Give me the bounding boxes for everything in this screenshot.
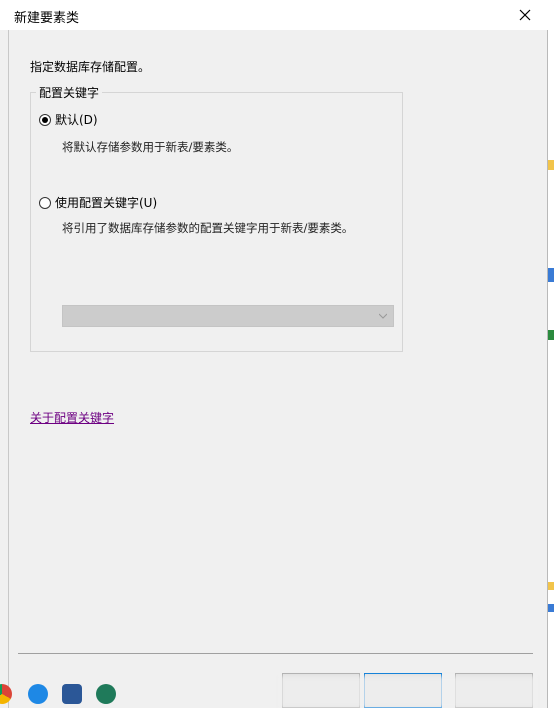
- chevron-down-icon: [379, 313, 387, 319]
- background-marker: [548, 160, 554, 170]
- group-label: 配置关键字: [36, 84, 103, 101]
- background-marker: [548, 582, 554, 590]
- close-icon: [519, 9, 531, 21]
- about-config-keywords-link[interactable]: 关于配置关键字: [30, 409, 114, 426]
- window-title: 新建要素类: [14, 11, 80, 26]
- radio-button-unchecked[interactable]: [39, 196, 51, 209]
- keyword-dropdown[interactable]: [62, 305, 394, 327]
- background-window-edge: [548, 0, 554, 708]
- use-keyword-description: 将引用了数据库存储参数的配置关键字用于新表/要素类。: [62, 221, 354, 235]
- title-bar: 新建要素类: [0, 0, 548, 30]
- background-marker: [548, 330, 554, 340]
- default-radio[interactable]: 默认(D): [39, 111, 98, 128]
- default-description: 将默认存储参数用于新表/要素类。: [62, 140, 239, 154]
- use-keyword-radio-label: 使用配置关键字(U): [55, 196, 158, 210]
- default-radio-label: 默认(D): [55, 113, 98, 127]
- footer-separator: [18, 653, 533, 654]
- dialog-window: 新建要素类 指定数据库存储配置。 配置关键字 默认(D) 将默认存储参数用于新表…: [0, 0, 548, 708]
- background-marker: [548, 604, 554, 612]
- chrome-icon[interactable]: [0, 684, 12, 704]
- radio-button-checked[interactable]: [39, 113, 51, 126]
- use-keyword-radio[interactable]: 使用配置关键字(U): [39, 194, 157, 211]
- edge-icon[interactable]: [28, 684, 48, 704]
- word-icon[interactable]: [62, 684, 82, 704]
- taskbar: [0, 680, 130, 708]
- search-app-icon[interactable]: [96, 684, 116, 704]
- instruction-text: 指定数据库存储配置。: [30, 60, 151, 74]
- button-overlay: [280, 676, 536, 708]
- background-marker: [548, 268, 554, 282]
- close-button[interactable]: [502, 0, 548, 30]
